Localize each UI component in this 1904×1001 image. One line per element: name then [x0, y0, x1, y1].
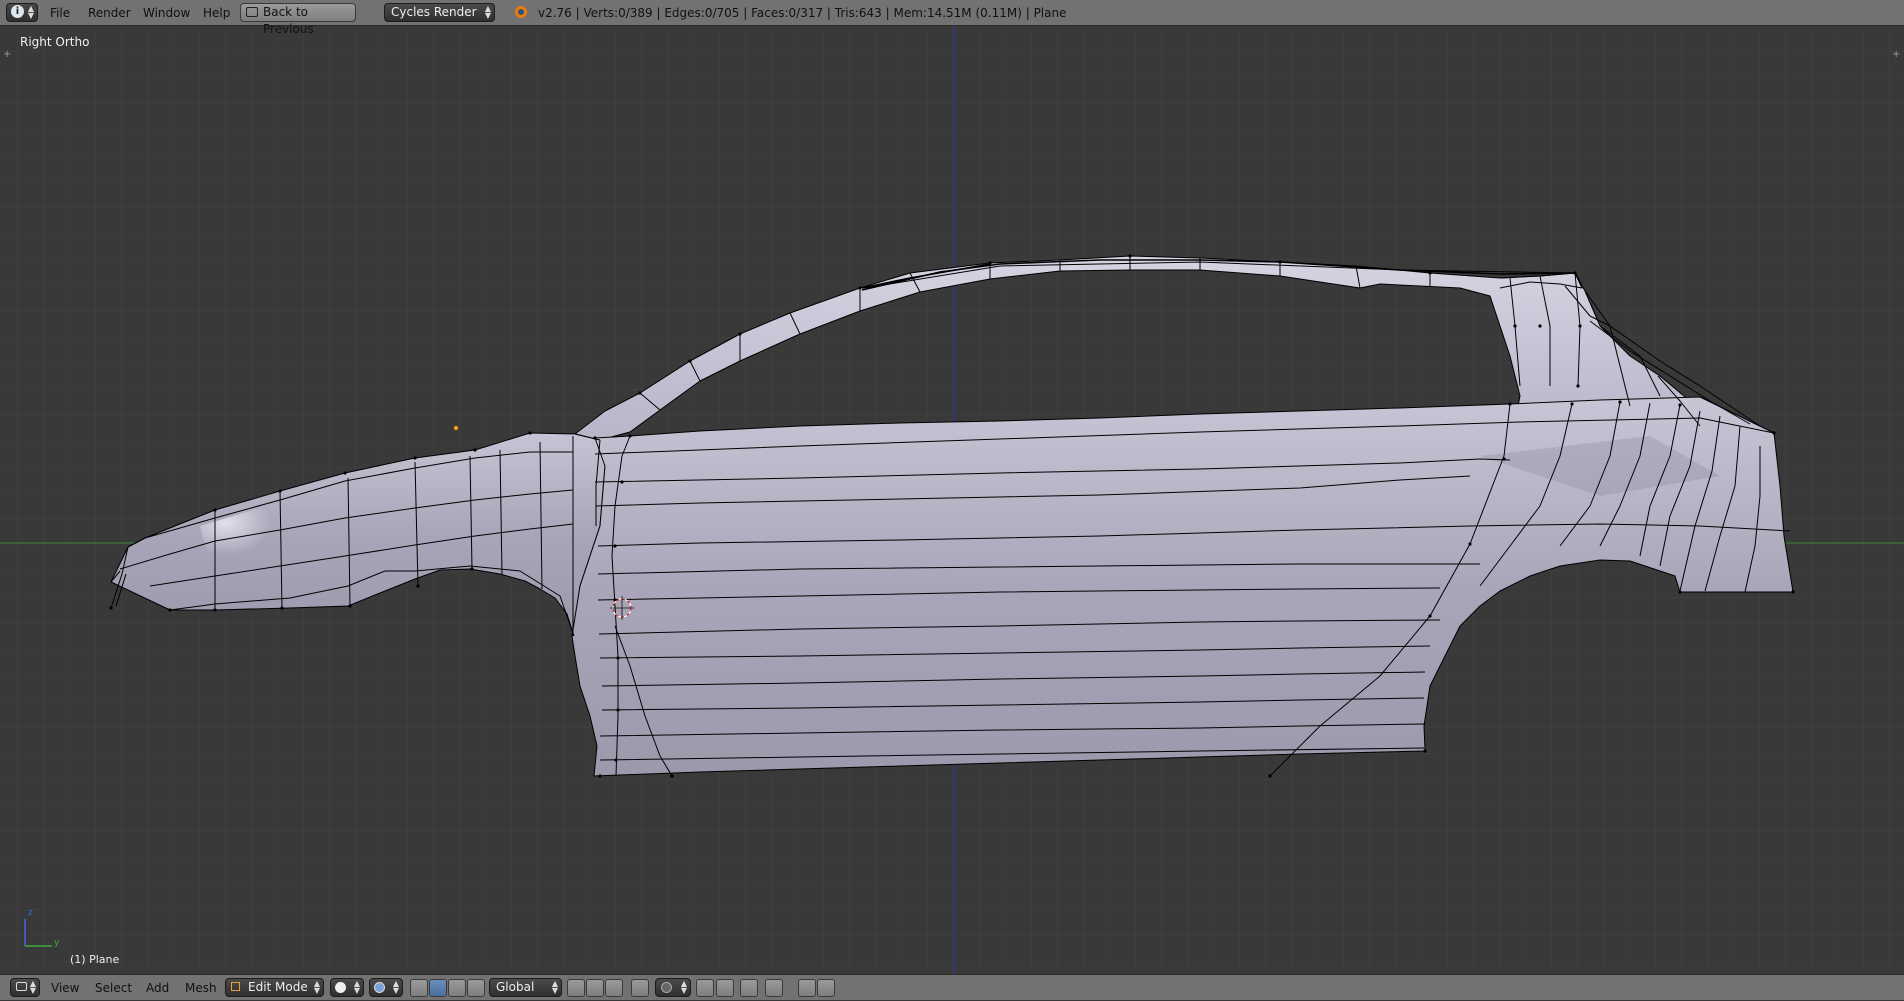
- chevron-updown-icon: ▲ ▼: [551, 979, 558, 995]
- chevron-updown-icon: ▲ ▼: [484, 4, 491, 20]
- menu-view[interactable]: View: [51, 975, 79, 1001]
- opengl-render-icon[interactable]: [798, 979, 816, 997]
- face-select-icon[interactable]: [605, 979, 623, 997]
- render-engine-select[interactable]: Cycles Render ▲ ▼: [384, 3, 495, 22]
- rotate-manipulator-icon[interactable]: [448, 979, 466, 997]
- edit-mode-icon: [231, 982, 240, 991]
- chevron-updown-icon: ▲ ▼: [392, 979, 399, 995]
- menu-add[interactable]: Add: [146, 975, 169, 1001]
- pivot-icon: [374, 982, 385, 993]
- chevron-updown-icon: ▲ ▼: [27, 4, 34, 20]
- editor-type-button[interactable]: ▲ ▼: [10, 978, 40, 997]
- back-to-previous-button[interactable]: Back to Previous: [240, 3, 356, 36]
- opengl-animation-icon[interactable]: [817, 979, 835, 997]
- snap-toggle-icon[interactable]: [696, 979, 714, 997]
- orientation-label: Global: [496, 980, 535, 994]
- snap-target-icon[interactable]: [740, 979, 758, 997]
- limit-selection-icon[interactable]: [631, 979, 649, 997]
- blender-logo-icon: [515, 6, 527, 18]
- chevron-updown-icon: ▲ ▼: [680, 979, 687, 995]
- active-object-label: (1) Plane: [70, 953, 120, 966]
- mode-select[interactable]: Edit Mode ▲ ▼: [225, 978, 324, 997]
- translate-manipulator-icon[interactable]: [429, 979, 447, 997]
- menu-file[interactable]: File: [50, 0, 70, 26]
- snap-element-icon[interactable]: [716, 979, 734, 997]
- vertex-select-icon[interactable]: [567, 979, 585, 997]
- object-origin[interactable]: [453, 425, 459, 431]
- menu-mesh[interactable]: Mesh: [185, 975, 217, 1001]
- info-icon: i: [11, 5, 24, 18]
- 3d-view-header: ▲ ▼ View Select Add Mesh Edit Mode ▲ ▼ ▲ ▼ …: [0, 974, 1904, 1000]
- viewport-canvas[interactable]: + +: [0, 26, 1904, 974]
- 3d-view-icon: [16, 982, 27, 991]
- proportional-editing-select[interactable]: ▲ ▼: [655, 978, 691, 997]
- properties-toggle-icon[interactable]: +: [1892, 49, 1900, 60]
- menu-render[interactable]: Render: [88, 0, 131, 26]
- scale-manipulator-icon[interactable]: [467, 979, 485, 997]
- menu-window[interactable]: Window: [143, 0, 190, 26]
- view-name-label: Right Ortho: [20, 35, 90, 49]
- axis-z-label: z: [28, 908, 33, 918]
- 3d-viewport[interactable]: + + Right Ortho z y (1) Plane: [0, 26, 1904, 974]
- render-engine-label: Cycles Render: [391, 5, 477, 19]
- edge-select-icon[interactable]: [586, 979, 604, 997]
- back-icon: [246, 7, 258, 17]
- mode-label: Edit Mode: [248, 980, 308, 994]
- solid-shading-icon: [335, 982, 346, 993]
- pivot-point-select[interactable]: ▲ ▼: [369, 978, 403, 997]
- menu-help[interactable]: Help: [203, 0, 230, 26]
- chevron-updown-icon: ▲ ▼: [29, 979, 36, 995]
- manipulator-toggle-icon[interactable]: [410, 979, 428, 997]
- render-preview-icon[interactable]: [765, 979, 783, 997]
- chevron-updown-icon: ▲ ▼: [313, 979, 320, 995]
- proportional-icon: [661, 982, 672, 993]
- chevron-updown-icon: ▲ ▼: [353, 979, 360, 995]
- axis-y-label: y: [54, 938, 60, 948]
- scene-statistics: v2.76 | Verts:0/389 | Edges:0/705 | Face…: [538, 6, 1067, 20]
- transform-orientation-select[interactable]: Global ▲ ▼: [489, 978, 562, 997]
- viewport-shading-select[interactable]: ▲ ▼: [330, 978, 364, 997]
- toolshelf-toggle-icon[interactable]: +: [3, 49, 11, 60]
- info-header: i ▲▼ File Render Window Help Back to Pre…: [0, 0, 1904, 36]
- menu-select[interactable]: Select: [95, 975, 132, 1001]
- editor-type-button[interactable]: i ▲ ▼: [6, 3, 38, 22]
